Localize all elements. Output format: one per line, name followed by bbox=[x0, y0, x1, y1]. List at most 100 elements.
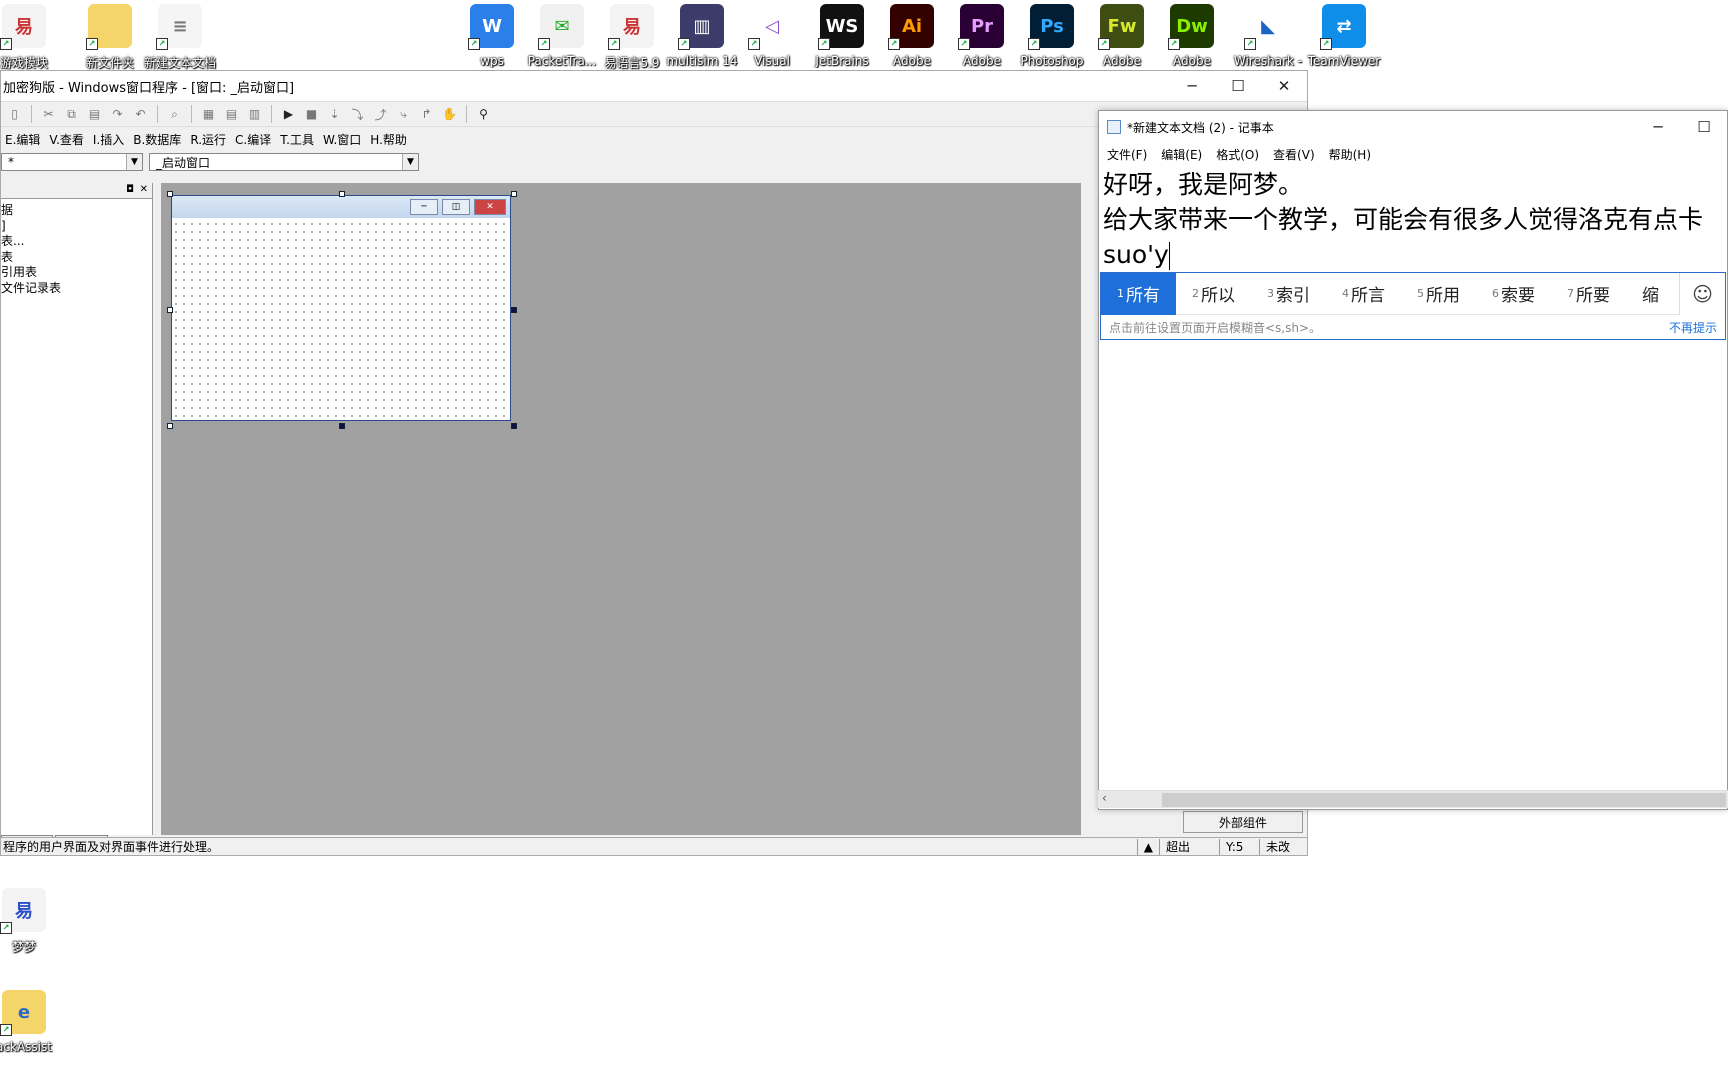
resize-handle[interactable] bbox=[511, 191, 517, 197]
binoculars-icon[interactable]: ⚲ bbox=[474, 105, 493, 124]
menu-window[interactable]: W.窗口 bbox=[323, 131, 361, 148]
run-icon[interactable]: ▶ bbox=[279, 105, 298, 124]
resize-handle[interactable] bbox=[511, 423, 517, 429]
window-combo[interactable]: _启动窗口 ▼ bbox=[149, 153, 419, 171]
run-to-icon[interactable]: ↱ bbox=[417, 105, 436, 124]
ime-hint-text[interactable]: 点击前往设置页面开启模糊音<s,sh>。 bbox=[1109, 319, 1321, 336]
step-icon[interactable]: ⇣ bbox=[325, 105, 344, 124]
desk-icon-wps[interactable]: W ↗ wps bbox=[454, 4, 530, 68]
ime-candidate[interactable]: 4 所言 bbox=[1326, 273, 1401, 315]
desk-icon-folder[interactable]: ↗ 新文件夹 bbox=[72, 4, 148, 71]
resize-handle[interactable] bbox=[339, 191, 345, 197]
desk-icon-adobe-dw[interactable]: Dw ↗ Adobe bbox=[1154, 4, 1230, 68]
resize-handle[interactable] bbox=[339, 423, 345, 429]
resize-handle[interactable] bbox=[167, 423, 173, 429]
step-in-icon[interactable]: ⤵ bbox=[348, 105, 367, 124]
desk-icon-adobe-ai[interactable]: Ai ↗ Adobe bbox=[874, 4, 950, 68]
close-button[interactable]: ✕ bbox=[1261, 71, 1307, 101]
hand-icon[interactable]: ✋ bbox=[440, 105, 459, 124]
menu-insert[interactable]: I.插入 bbox=[93, 131, 124, 148]
menu-file[interactable]: 文件(F) bbox=[1107, 146, 1147, 163]
menu-format[interactable]: 格式(O) bbox=[1216, 146, 1259, 163]
find-icon[interactable]: ⌕ bbox=[165, 105, 184, 124]
resize-handle[interactable] bbox=[167, 191, 173, 197]
menu-database[interactable]: B.数据库 bbox=[133, 131, 181, 148]
tree-item[interactable]: 表... bbox=[1, 234, 152, 250]
maximize-button[interactable]: ☐ bbox=[1215, 71, 1261, 101]
layout1-icon[interactable]: ▦ bbox=[199, 105, 218, 124]
redo-icon[interactable]: ↷ bbox=[108, 105, 127, 124]
desk-icon-adobe-fw[interactable]: Fw ↗ Adobe bbox=[1084, 4, 1160, 68]
desk-icon-multisim[interactable]: ▥ ↗ multisim 14 bbox=[664, 4, 740, 68]
desk-icon-adobe-pr[interactable]: Pr ↗ Adobe bbox=[944, 4, 1020, 68]
new-icon[interactable]: ▯ bbox=[5, 105, 24, 124]
menu-help[interactable]: H.帮助 bbox=[370, 131, 407, 148]
status-up-icon[interactable]: ▲ bbox=[1136, 838, 1159, 855]
design-canvas[interactable]: ─ ◫ ✕ bbox=[161, 183, 1081, 835]
desk-icon-yiyuyan[interactable]: 易 ↗ 易语言5.9 bbox=[594, 4, 670, 71]
tree-item[interactable]: 文件记录表 bbox=[1, 281, 152, 297]
menu-edit[interactable]: 编辑(E) bbox=[1161, 146, 1202, 163]
minimize-button[interactable]: ─ bbox=[1169, 71, 1215, 101]
project-tree: 据 ] 表... 表 引用表 文件记录表 bbox=[1, 199, 152, 296]
tree-item[interactable]: ] bbox=[1, 219, 152, 235]
layout3-icon[interactable]: ▥ bbox=[245, 105, 264, 124]
window-combo-value: _启动窗口 bbox=[156, 155, 211, 170]
desk-icon-teamviewer[interactable]: ⇄ ↗ TeamViewer bbox=[1306, 4, 1382, 68]
layout2-icon[interactable]: ▤ bbox=[222, 105, 241, 124]
resize-handle[interactable] bbox=[511, 307, 517, 313]
resize-handle[interactable] bbox=[167, 307, 173, 313]
undo-icon[interactable]: ↶ bbox=[131, 105, 150, 124]
desk-icon-hackassist[interactable]: e ↗ ackAssist bbox=[0, 990, 62, 1054]
scroll-left-icon[interactable]: ‹ bbox=[1102, 791, 1107, 805]
chevron-down-icon[interactable]: ▼ bbox=[402, 154, 418, 170]
scroll-thumb[interactable] bbox=[1162, 793, 1726, 807]
menu-run[interactable]: R.运行 bbox=[190, 131, 226, 148]
external-component-button[interactable]: 外部组件 bbox=[1183, 811, 1303, 833]
desk-icon-packettracer[interactable]: ✉ ↗ PacketTra... bbox=[524, 4, 600, 68]
menu-edit[interactable]: E.编辑 bbox=[5, 131, 40, 148]
ime-dismiss-link[interactable]: 不再提示 bbox=[1669, 319, 1717, 336]
ime-candidate[interactable]: 1 所有 bbox=[1101, 272, 1176, 315]
ime-candidate[interactable]: 2 所以 bbox=[1176, 273, 1251, 315]
paste-icon[interactable]: ▤ bbox=[85, 105, 104, 124]
desk-icon-photoshop[interactable]: Ps ↗ Photoshop bbox=[1014, 4, 1090, 68]
desk-icon-label: 游戏模块 bbox=[0, 56, 48, 70]
desk-icon-wireshark[interactable]: ◣ ↗ Wireshark - bbox=[1230, 4, 1306, 68]
desk-icon-jetbrains[interactable]: WS ↗ JetBrains bbox=[804, 4, 880, 68]
cut-icon[interactable]: ✂ bbox=[39, 105, 58, 124]
copy-icon[interactable]: ⧉ bbox=[62, 105, 81, 124]
tree-item[interactable]: 表 bbox=[1, 250, 152, 266]
desk-icon-doc[interactable]: ≡ ↗ 新建文本文档 bbox=[142, 4, 218, 71]
form-window-preview[interactable]: ─ ◫ ✕ bbox=[171, 195, 511, 421]
tree-item[interactable]: 引用表 bbox=[1, 265, 152, 281]
step-over-icon[interactable]: ⤷ bbox=[394, 105, 413, 124]
chevron-down-icon[interactable]: ▼ bbox=[126, 154, 142, 170]
object-combo[interactable]: * ▼ bbox=[1, 153, 143, 171]
ime-candidate[interactable]: 6 索要 bbox=[1476, 273, 1551, 315]
ime-candidate[interactable]: 缩 bbox=[1626, 273, 1675, 315]
horizontal-scrollbar[interactable]: ‹ bbox=[1098, 790, 1728, 808]
desk-icon-visual[interactable]: ◁ ↗ Visual bbox=[734, 4, 810, 68]
panel-close-icon[interactable]: ✕ bbox=[140, 184, 148, 195]
menu-help[interactable]: 帮助(H) bbox=[1329, 146, 1371, 163]
menu-view[interactable]: V.查看 bbox=[49, 131, 83, 148]
float-icon[interactable]: ◘ bbox=[126, 184, 134, 195]
menu-view[interactable]: 查看(V) bbox=[1273, 146, 1315, 163]
notepad-maximize-button[interactable]: ☐ bbox=[1681, 112, 1727, 142]
ime-candidate[interactable]: 5 所用 bbox=[1401, 273, 1476, 315]
ime-candidate[interactable]: 7 所要 bbox=[1551, 273, 1626, 315]
menu-tools[interactable]: T.工具 bbox=[280, 131, 314, 148]
notepad-text-area[interactable]: 好呀，我是阿梦。 给大家带来一个教学，可能会有很多人觉得洛克有点卡 suo'y bbox=[1099, 165, 1727, 274]
menu-compile[interactable]: C.编译 bbox=[235, 131, 271, 148]
emoji-icon[interactable]: ☺ bbox=[1679, 273, 1725, 315]
desk-icon-module[interactable]: 易 ↗ 游戏模块 bbox=[0, 4, 62, 71]
ime-candidate[interactable]: 3 索引 bbox=[1251, 273, 1326, 315]
tree-item[interactable]: 据 bbox=[1, 203, 152, 219]
desk-icon-doc-icon: ≡ ↗ bbox=[156, 4, 202, 50]
desk-icon-label: Adobe bbox=[1103, 54, 1141, 68]
stop-icon[interactable]: ■ bbox=[302, 105, 321, 124]
desk-icon-mengmeng[interactable]: 易 ↗ 梦梦 bbox=[0, 888, 62, 955]
notepad-minimize-button[interactable]: ─ bbox=[1635, 112, 1681, 142]
step-out-icon[interactable]: ⤴ bbox=[371, 105, 390, 124]
